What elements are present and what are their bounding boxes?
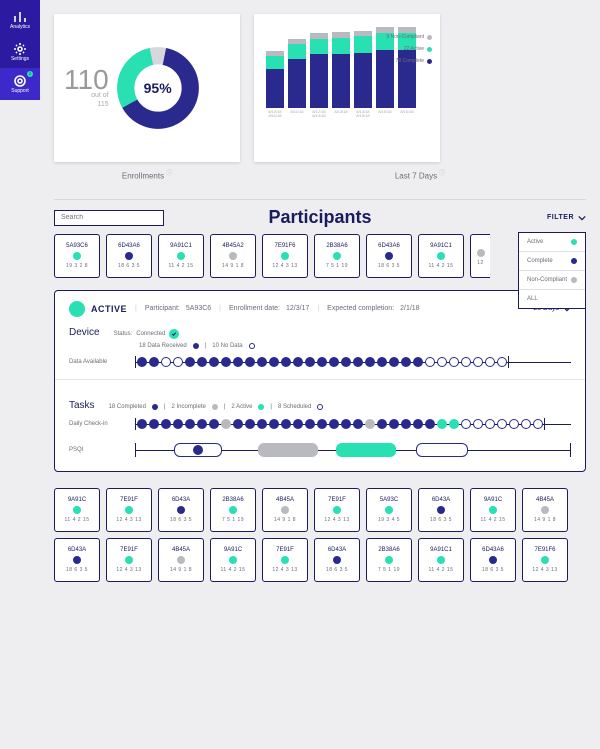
gear-icon bbox=[13, 42, 27, 56]
psqi-track bbox=[135, 441, 571, 459]
search-input[interactable] bbox=[54, 210, 164, 226]
enroll-card-label: Enrollmentsⓘ bbox=[54, 168, 240, 181]
enroll-donut: 95% bbox=[115, 45, 201, 131]
participant-tile[interactable]: 7E91F612 4 3 13 bbox=[522, 538, 568, 582]
participant-tile[interactable]: 6D43A18 6 3 5 bbox=[314, 538, 360, 582]
support-icon bbox=[13, 74, 27, 88]
enroll-count: 110 bbox=[64, 67, 109, 92]
participant-tile[interactable]: 5A93C19 3 4 5 bbox=[366, 488, 412, 532]
nav-analytics[interactable]: Analytics bbox=[0, 4, 40, 36]
participant-tile[interactable]: 5A93C619 3 2 8 bbox=[54, 234, 100, 278]
enrollments-card[interactable]: 110 out of 115 95% bbox=[54, 14, 240, 162]
chevron-down-icon bbox=[578, 214, 586, 222]
last7days-card[interactable]: 9 Non-Compliant22 Active78 Complete 8/10… bbox=[254, 14, 440, 162]
nav-settings[interactable]: Settings bbox=[0, 36, 40, 68]
device-title: Device bbox=[69, 327, 100, 338]
chart-legend: 9 Non-Compliant22 Active78 Complete bbox=[386, 28, 432, 70]
participant-tile[interactable]: 7E91F612 4 3 13 bbox=[262, 234, 308, 278]
participant-row: 5A93C619 3 2 86D43A618 6 3 59A91C111 4 2… bbox=[54, 234, 586, 278]
participant-tile[interactable]: 4B45A14 9 1 8 bbox=[262, 488, 308, 532]
participant-tile[interactable]: 7E91F12 4 3 13 bbox=[106, 488, 152, 532]
sidebar: Analytics Settings 2 Support bbox=[0, 0, 40, 100]
participant-tile[interactable]: 7E91F12 4 3 13 bbox=[262, 538, 308, 582]
participant-tile[interactable]: 12 bbox=[470, 234, 490, 278]
nav-support[interactable]: 2 Support bbox=[0, 68, 40, 100]
participant-tile[interactable]: 9A91C11 4 2 15 bbox=[210, 538, 256, 582]
participant-tile[interactable]: 9A91C111 4 2 15 bbox=[158, 234, 204, 278]
data-available-track bbox=[135, 355, 571, 369]
tasks-title: Tasks bbox=[69, 400, 95, 411]
support-badge: 2 bbox=[27, 71, 33, 77]
participant-tile[interactable]: 9A91C111 4 2 15 bbox=[418, 538, 464, 582]
participant-tile[interactable]: 6D43A18 6 3 5 bbox=[54, 538, 100, 582]
participant-tile[interactable]: 7E91F12 4 3 13 bbox=[314, 488, 360, 532]
participant-tile[interactable]: 2B38A67 5 1 19 bbox=[366, 538, 412, 582]
participant-detail: ACTIVE | Participant: 5A93C6 | Enrollmen… bbox=[54, 290, 586, 472]
analytics-icon bbox=[13, 10, 27, 24]
filter-dropdown[interactable]: ActiveCompleteNon-CompliantALL bbox=[518, 232, 586, 309]
participant-tile[interactable]: 6D43A618 6 3 5 bbox=[366, 234, 412, 278]
divider bbox=[54, 199, 586, 200]
participant-tile[interactable]: 6D43A18 6 3 5 bbox=[418, 488, 464, 532]
participants-header: Participants FILTER ActiveCompleteNon-Co… bbox=[54, 210, 586, 226]
participant-tile[interactable]: 4B45A14 9 1 8 bbox=[158, 538, 204, 582]
daily-checkin-label: Daily Check-in bbox=[69, 421, 125, 427]
participant-tile[interactable]: 4B45A214 9 1 8 bbox=[210, 234, 256, 278]
participant-tile[interactable]: 6D43A18 6 3 5 bbox=[158, 488, 204, 532]
filter-button[interactable]: FILTER bbox=[547, 214, 586, 222]
data-available-label: Data Available bbox=[69, 359, 125, 365]
participant-tile[interactable]: 6D43A618 6 3 5 bbox=[106, 234, 152, 278]
participant-tile[interactable]: 6D43A618 6 3 5 bbox=[470, 538, 516, 582]
last7-card-label: Last 7 Daysⓘ bbox=[254, 168, 586, 181]
status-dot bbox=[69, 301, 85, 317]
filter-option[interactable]: Complete bbox=[519, 251, 585, 270]
participant-tile[interactable]: 2B38A67 5 1 19 bbox=[210, 488, 256, 532]
check-icon bbox=[169, 329, 179, 339]
participant-tile[interactable]: 9A91C11 4 2 15 bbox=[54, 488, 100, 532]
participant-row: 6D43A18 6 3 57E91F12 4 3 134B45A14 9 1 8… bbox=[54, 538, 586, 582]
participant-tile[interactable]: 4B45A14 9 1 8 bbox=[522, 488, 568, 532]
participant-tile[interactable]: 9A91C111 4 2 15 bbox=[418, 234, 464, 278]
filter-option[interactable]: ALL bbox=[519, 289, 585, 308]
filter-option[interactable]: Non-Compliant bbox=[519, 270, 585, 289]
participant-row: 9A91C11 4 2 157E91F12 4 3 136D43A18 6 3 … bbox=[54, 488, 586, 532]
filter-option[interactable]: Active bbox=[519, 233, 585, 251]
participant-tile[interactable]: 9A91C11 4 2 15 bbox=[470, 488, 516, 532]
daily-checkin-track bbox=[135, 417, 571, 431]
participant-tile[interactable]: 2B38A67 5 1 19 bbox=[314, 234, 360, 278]
status-label: ACTIVE bbox=[91, 304, 127, 314]
psqi-label: PSQI bbox=[69, 447, 125, 453]
participant-tile[interactable]: 7E91F12 4 3 13 bbox=[106, 538, 152, 582]
